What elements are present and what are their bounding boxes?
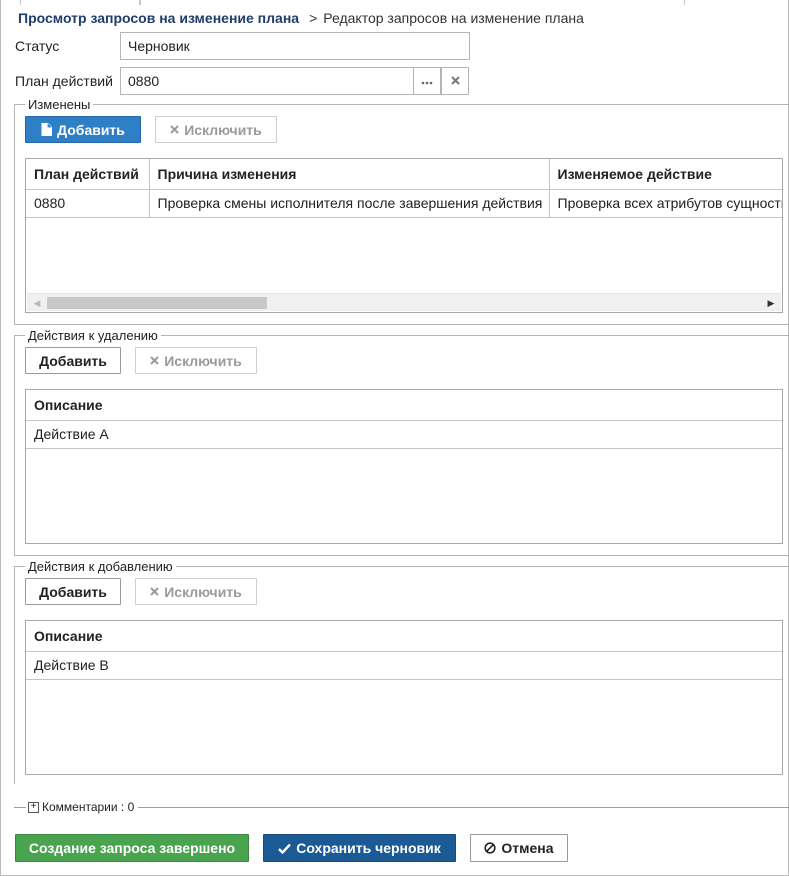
breadcrumb-parent-link[interactable]: Просмотр запросов на изменение плана [18, 10, 299, 26]
comments-label: Комментарии : 0 [42, 800, 135, 814]
breadcrumb-separator: > [309, 10, 318, 26]
changed-add-button[interactable]: Добавить [25, 116, 141, 143]
complete-request-label: Создание запроса завершено [28, 840, 236, 856]
to-add-grid: Описание Действие В [25, 620, 783, 775]
scroll-thumb[interactable] [47, 297, 267, 309]
scroll-right-icon[interactable]: ▶ [763, 294, 779, 312]
column-header-reason[interactable]: Причина изменения [149, 159, 550, 190]
table-header-row: Описание [26, 390, 782, 421]
changed-legend: Изменены [25, 97, 94, 112]
document-icon [41, 123, 53, 136]
to-add-add-button[interactable]: Добавить [25, 578, 121, 605]
to-add-remove-label: Исключить [164, 583, 242, 600]
table-cell: Проверка смены исполнителя после заверше… [149, 189, 550, 218]
changed-grid: План действий Причина изменения Изменяем… [25, 158, 783, 313]
comments-toggle[interactable]: + Комментарии : 0 [26, 800, 139, 814]
status-field[interactable]: Черновик [120, 32, 470, 60]
cancel-label: Отмена [501, 840, 554, 856]
breadcrumb-current: Редактор запросов на изменение плана [323, 10, 584, 26]
save-draft-button[interactable]: Сохранить черновик [263, 834, 456, 862]
table-row[interactable]: Действие А [26, 420, 782, 449]
to-add-table: Описание Действие В [26, 621, 782, 680]
save-draft-label: Сохранить черновик [296, 840, 441, 856]
column-header-description[interactable]: Описание [26, 390, 782, 421]
table-row[interactable]: Действие В [26, 651, 782, 680]
changed-remove-label: Исключить [184, 121, 262, 138]
x-icon [150, 587, 159, 596]
table-cell: Действие А [26, 420, 782, 449]
comments-section: + Комментарии : 0 [14, 800, 789, 814]
to-delete-add-button[interactable]: Добавить [25, 347, 121, 374]
ellipsis-icon [421, 74, 433, 88]
to-delete-legend: Действия к удалению [25, 328, 161, 343]
complete-request-button[interactable]: Создание запроса завершено [15, 834, 249, 862]
to-delete-remove-label: Исключить [164, 352, 242, 369]
column-header-plan[interactable]: План действий [26, 159, 150, 190]
table-cell: Проверка всех атрибутов сущности [549, 189, 782, 218]
scroll-left-icon[interactable]: ◀ [29, 294, 45, 312]
to-add-add-label: Добавить [39, 583, 107, 600]
horizontal-scrollbar[interactable]: ◀ ▶ [27, 293, 781, 311]
changed-table: План действий Причина изменения Изменяем… [26, 159, 782, 218]
status-label: Статус [15, 38, 60, 54]
plan-field[interactable]: 0880 [120, 67, 414, 95]
column-header-action[interactable]: Изменяемое действие [549, 159, 782, 190]
plan-select-button[interactable] [413, 67, 441, 95]
x-icon [450, 74, 460, 88]
to-delete-table: Описание Действие А [26, 390, 782, 449]
breadcrumb: Просмотр запросов на изменение плана > Ред… [18, 10, 584, 26]
plan-label: План действий [15, 73, 113, 89]
no-icon [484, 842, 497, 854]
top-tabs-edge [0, 0, 789, 5]
table-row[interactable]: 0880 Проверка смены исполнителя после за… [26, 189, 782, 218]
to-delete-grid: Описание Действие А [25, 389, 783, 544]
x-icon [150, 356, 159, 365]
changed-remove-button[interactable]: Исключить [155, 116, 277, 143]
to-delete-add-label: Добавить [39, 352, 107, 369]
changed-add-label: Добавить [57, 121, 125, 138]
column-header-description[interactable]: Описание [26, 621, 782, 652]
table-cell: 0880 [26, 189, 150, 218]
to-add-remove-button[interactable]: Исключить [135, 578, 257, 605]
table-cell: Действие В [26, 651, 782, 680]
check-icon [278, 843, 292, 854]
cancel-button[interactable]: Отмена [470, 834, 568, 862]
plan-clear-button[interactable] [441, 67, 469, 95]
to-delete-remove-button[interactable]: Исключить [135, 347, 257, 374]
x-icon [170, 125, 179, 134]
to-add-legend: Действия к добавлению [25, 559, 176, 574]
table-header-row: План действий Причина изменения Изменяем… [26, 159, 782, 190]
plus-box-icon[interactable]: + [28, 801, 39, 813]
table-header-row: Описание [26, 621, 782, 652]
